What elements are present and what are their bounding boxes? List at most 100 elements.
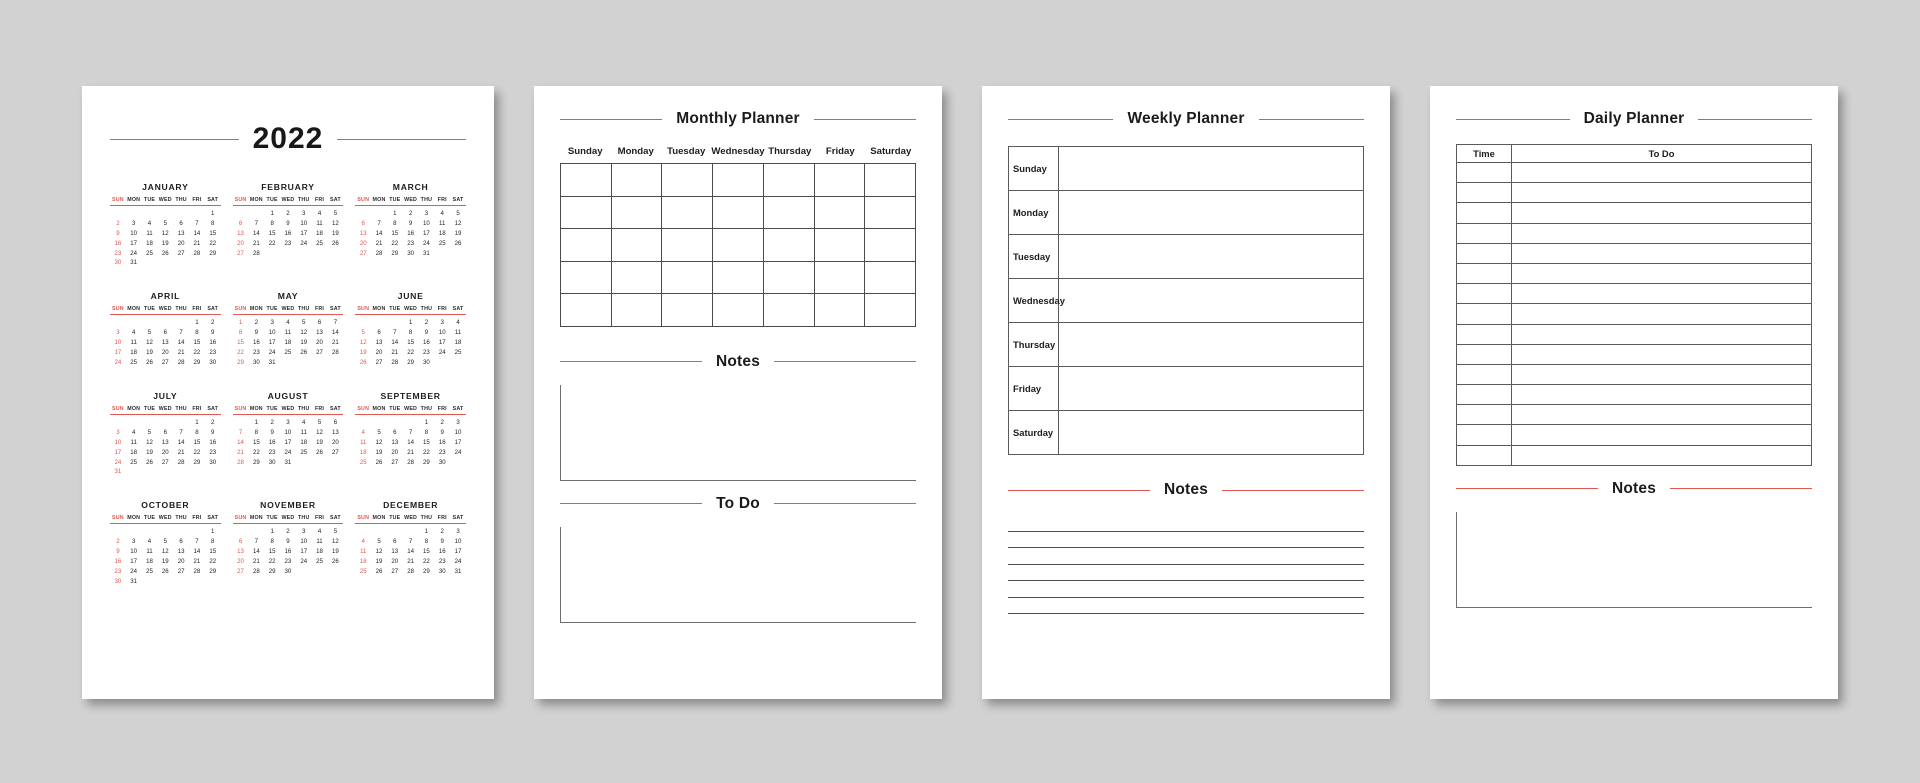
weekly-day-entry-area[interactable] [1058,410,1364,455]
monthly-date-cell[interactable] [662,261,714,294]
daily-time-cell[interactable] [1456,242,1512,264]
weekly-notes-line[interactable] [1008,581,1364,598]
daily-time-cell[interactable] [1456,424,1512,446]
monthly-date-cell[interactable] [763,261,815,294]
daily-todo-cell[interactable] [1511,404,1812,426]
weekly-day-entry-area[interactable] [1058,146,1364,191]
daily-time-cell[interactable] [1456,363,1512,386]
daily-todo-cell[interactable] [1511,424,1812,446]
monthly-todo-area[interactable] [560,526,916,623]
weekly-day-entry-area[interactable] [1058,278,1364,323]
monthly-date-cell[interactable] [763,196,815,229]
monthly-date-cell[interactable] [763,294,815,327]
monthly-date-cell[interactable] [561,261,612,294]
daily-todo-cell[interactable] [1511,343,1812,365]
day-cell: 26 [375,567,383,575]
weekly-day-entry-area[interactable] [1058,190,1364,235]
day-cell [205,258,221,268]
daily-todo-cell[interactable] [1511,384,1812,406]
monthly-date-cell[interactable] [865,294,916,327]
daily-time-cell[interactable] [1456,262,1512,285]
monthly-date-cell[interactable] [814,261,866,294]
day-cell [157,206,173,219]
monthly-date-cell[interactable] [611,164,663,197]
monthly-date-cell[interactable] [611,294,663,327]
monthly-date-cell[interactable] [865,196,916,229]
daily-time-cell[interactable] [1456,161,1512,184]
monthly-date-cell[interactable] [865,261,916,294]
weekly-notes-line[interactable] [1008,532,1364,548]
monthly-date-cell[interactable] [814,196,866,229]
monthly-date-cell[interactable] [713,196,764,229]
week-row: 1 [110,524,221,537]
day-cell: 8 [195,329,199,337]
day-cell: 7 [254,538,259,546]
monthly-date-cell[interactable] [611,261,663,294]
daily-todo-cell[interactable] [1511,323,1812,345]
daily-todo-cell[interactable] [1511,202,1812,224]
daily-time-cell[interactable] [1456,444,1512,466]
daily-todo-cell[interactable] [1511,283,1812,305]
monthly-date-cell[interactable] [713,294,764,327]
weekly-notes-line[interactable] [1008,548,1364,565]
monthly-date-cell[interactable] [865,164,916,197]
daily-todo-cell[interactable] [1511,303,1812,325]
monthly-date-cell[interactable] [662,294,714,327]
daily-time-cell[interactable] [1456,202,1512,224]
weekly-notes-lines[interactable] [1008,515,1364,614]
weekly-day-row: Wednesday [1008,278,1364,323]
day-cell: 29 [237,358,244,366]
week-row: 18 19 20 21 22 23 24 [355,556,466,566]
monthly-date-cell[interactable] [561,196,612,229]
daily-todo-cell[interactable] [1511,363,1812,386]
monthly-date-cell[interactable] [561,229,612,262]
daily-time-cell[interactable] [1456,222,1512,244]
monthly-date-cell[interactable] [865,229,916,262]
monthly-date-cell[interactable] [662,164,714,197]
weekly-day-entry-area[interactable] [1058,322,1364,367]
daily-time-cell[interactable] [1456,384,1512,406]
monthly-date-cell[interactable] [561,294,612,327]
day-cell: 23 [284,239,292,247]
monthly-date-cell[interactable] [713,229,764,262]
day-cell: 27 [391,567,399,575]
daily-todo-cell[interactable] [1511,161,1812,184]
daily-time-cell[interactable] [1456,343,1512,365]
daily-time-cell[interactable] [1456,283,1512,305]
daily-todo-cell[interactable] [1511,222,1812,244]
monthly-date-grid[interactable] [560,163,916,327]
day-cell: 3 [132,538,136,546]
weekly-day-entry-area[interactable] [1058,234,1364,279]
monthly-date-cell[interactable] [763,164,815,197]
daily-todo-cell[interactable] [1511,444,1812,466]
monthly-date-cell[interactable] [814,294,866,327]
monthly-date-cell[interactable] [611,229,663,262]
daily-todo-cell[interactable] [1511,242,1812,264]
monthly-date-cell[interactable] [814,229,866,262]
weekly-notes-line[interactable] [1008,565,1364,581]
monthly-date-cell[interactable] [814,164,866,197]
day-cell [248,206,264,219]
day-cell: 16 [284,229,292,237]
week-row: 18 19 20 21 22 23 24 [355,447,466,457]
daily-time-cell[interactable] [1456,303,1512,325]
daily-time-cell[interactable] [1456,404,1512,426]
monthly-date-cell[interactable] [763,229,815,262]
daily-todo-cell[interactable] [1511,182,1812,204]
daily-todo-cell[interactable] [1511,262,1812,285]
monthly-date-cell[interactable] [611,196,663,229]
weekly-notes-line[interactable] [1008,515,1364,532]
monthly-date-cell[interactable] [662,229,714,262]
daily-notes-area[interactable] [1456,511,1812,608]
weekly-notes-line[interactable] [1008,598,1364,614]
daily-time-cell[interactable] [1456,182,1512,204]
monthly-date-cell[interactable] [713,261,764,294]
daily-time-cell[interactable] [1456,323,1512,345]
monthly-date-cell[interactable] [561,164,612,197]
monthly-notes-area[interactable] [560,384,916,481]
monthly-date-cell[interactable] [713,164,764,197]
day-cell: 30 [268,458,276,466]
weekday-header-row: SUN MON TUE WED THU FRI SAT [355,406,466,415]
weekly-day-entry-area[interactable] [1058,366,1364,411]
monthly-date-cell[interactable] [662,196,714,229]
